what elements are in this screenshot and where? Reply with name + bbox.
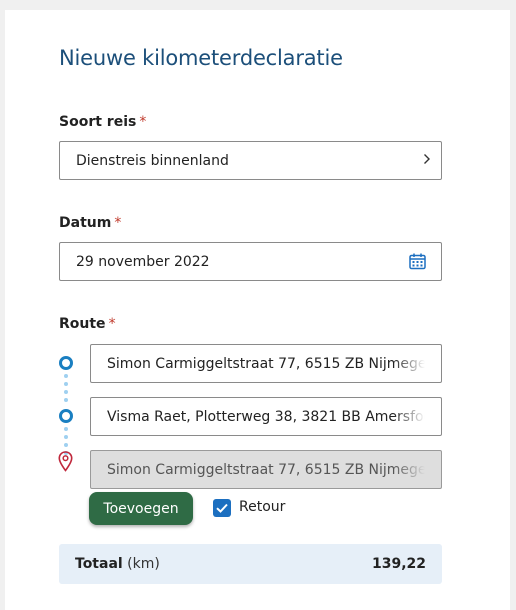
- add-stop-button[interactable]: Toevoegen: [89, 492, 193, 525]
- route-label-text: Route: [59, 316, 106, 332]
- trip-type-label-text: Soort reis: [59, 114, 137, 130]
- date-label-text: Datum: [59, 215, 112, 231]
- chevron-right-icon: [423, 151, 431, 169]
- date-input[interactable]: 29 november 2022: [59, 242, 442, 281]
- totals-unit: (km): [127, 556, 160, 572]
- required-marker: *: [108, 316, 116, 332]
- circle-marker-icon: [59, 409, 73, 423]
- route-destination-input: Simon Carmiggeltstraat 77, 6515 ZB Nijme…: [90, 450, 442, 489]
- date-label: Datum *: [59, 215, 121, 231]
- totals-bar: Totaal (km) 139,22: [59, 544, 442, 584]
- return-label[interactable]: Retour: [239, 499, 285, 515]
- checkmark-icon: [213, 502, 231, 521]
- totals-label-text: Totaal: [75, 556, 123, 572]
- date-value: 29 november 2022: [76, 253, 210, 270]
- trip-type-label: Soort reis *: [59, 114, 146, 130]
- calendar-icon[interactable]: [409, 253, 426, 274]
- page-title: Nieuwe kilometerdeclaratie: [59, 46, 343, 70]
- route-stop-value: Simon Carmiggeltstraat 77, 6515 ZB Nijme…: [107, 355, 425, 372]
- totals-label: Totaal (km): [75, 556, 160, 572]
- required-marker: *: [114, 215, 122, 231]
- required-marker: *: [139, 114, 147, 130]
- route-label: Route *: [59, 316, 116, 332]
- route-stop-input[interactable]: Simon Carmiggeltstraat 77, 6515 ZB Nijme…: [90, 344, 442, 383]
- route-stop-value: Simon Carmiggeltstraat 77, 6515 ZB Nijme…: [107, 461, 425, 478]
- declaration-card: [5, 10, 510, 610]
- return-checkbox[interactable]: [213, 499, 231, 517]
- totals-value: 139,22: [371, 556, 426, 572]
- map-pin-icon: [58, 451, 73, 476]
- route-stop-value: Visma Raet, Plotterweg 38, 3821 BB Amers…: [107, 408, 425, 425]
- trip-type-value: Dienstreis binnenland: [76, 152, 229, 169]
- circle-marker-icon: [59, 356, 73, 370]
- trip-type-select[interactable]: Dienstreis binnenland: [59, 141, 442, 180]
- route-connector: [64, 374, 68, 406]
- route-stop-input[interactable]: Visma Raet, Plotterweg 38, 3821 BB Amers…: [90, 397, 442, 436]
